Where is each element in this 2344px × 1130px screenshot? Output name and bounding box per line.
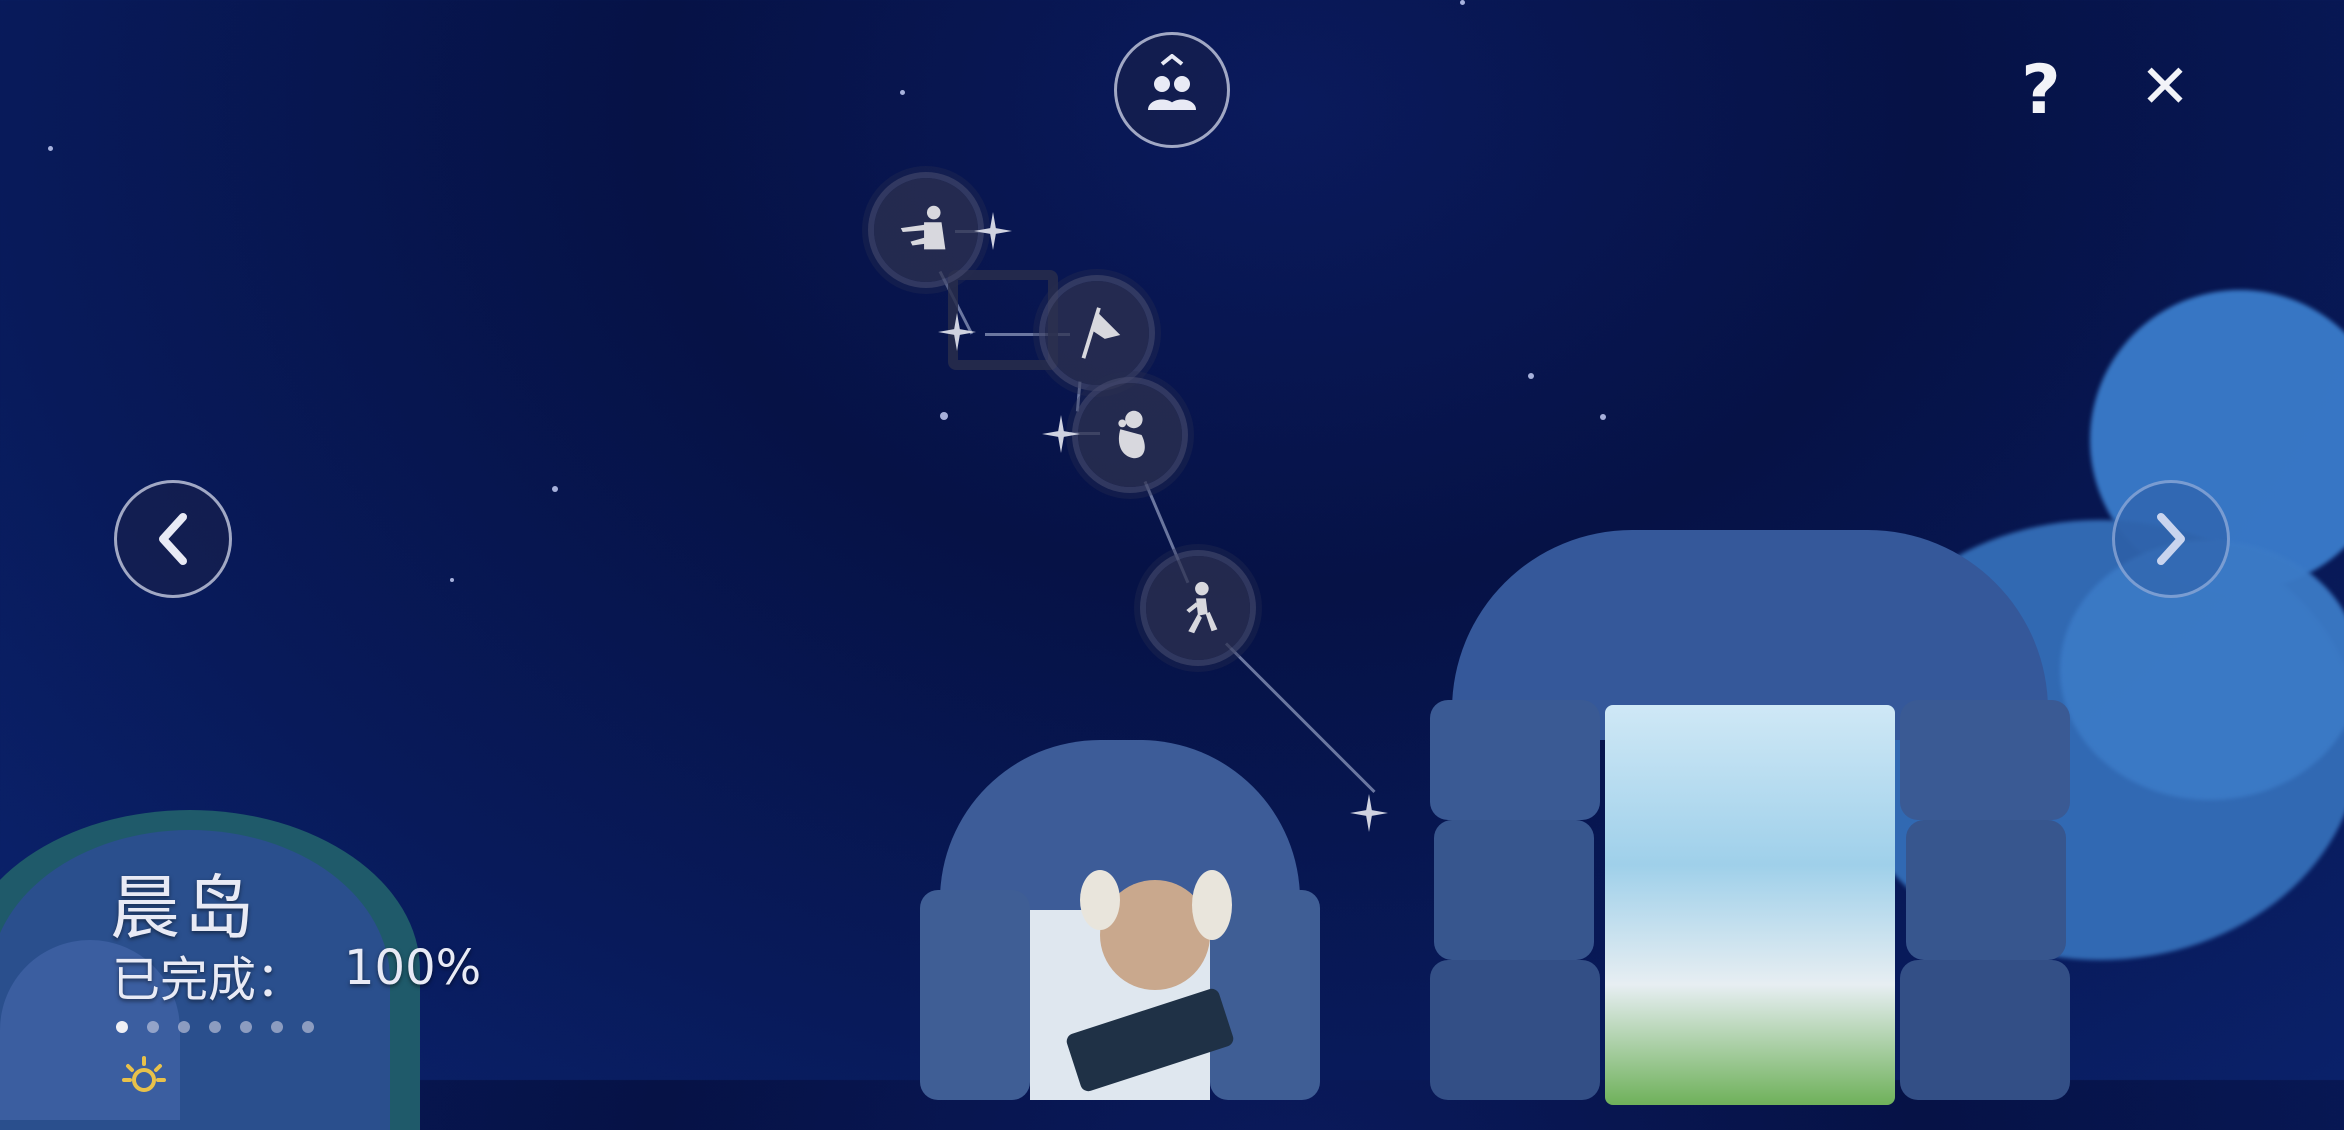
star bbox=[1460, 0, 1465, 5]
page-dot bbox=[271, 1021, 283, 1033]
chevron-left-icon bbox=[159, 513, 187, 565]
realm-name: 晨岛 bbox=[110, 867, 258, 949]
player-character bbox=[1064, 870, 1236, 1094]
stone-gate bbox=[1430, 530, 2070, 1105]
star bbox=[48, 146, 53, 151]
portal-light bbox=[1605, 705, 1895, 1105]
page-dot bbox=[178, 1021, 190, 1033]
crouching-spirit-icon bbox=[1118, 410, 1145, 459]
page-indicator bbox=[116, 1021, 314, 1033]
sun-icon bbox=[122, 1056, 166, 1092]
close-icon: ✕ bbox=[2139, 52, 2191, 122]
realm-progress: 已完成： 100% bbox=[112, 940, 481, 1010]
close-button[interactable]: ✕ bbox=[2134, 52, 2196, 122]
progress-label: 已完成： bbox=[112, 952, 305, 1008]
spirit-node-pointing[interactable] bbox=[874, 178, 978, 282]
page-dot bbox=[302, 1021, 314, 1033]
page-dot bbox=[147, 1021, 159, 1033]
sparkle-icon bbox=[938, 313, 976, 351]
walking-spirit-icon bbox=[1186, 581, 1218, 634]
page-dot bbox=[209, 1021, 221, 1033]
pointing-spirit-icon bbox=[900, 205, 946, 250]
help-button[interactable]: ? bbox=[2010, 50, 2072, 130]
next-realm-button[interactable] bbox=[2112, 480, 2230, 598]
star bbox=[1528, 373, 1534, 379]
sparkle-icon bbox=[1350, 794, 1388, 832]
sparkle-icon bbox=[974, 212, 1012, 250]
spirit-node-flag[interactable] bbox=[1045, 281, 1149, 385]
help-icon: ? bbox=[2021, 50, 2061, 130]
friends-button[interactable] bbox=[1114, 32, 1230, 148]
chevron-right-icon bbox=[2157, 513, 2185, 565]
progress-value: 100% bbox=[344, 940, 482, 996]
star bbox=[1600, 414, 1606, 420]
spirit-node-crouching[interactable] bbox=[1078, 383, 1182, 487]
spirit-node-walking[interactable] bbox=[1146, 556, 1250, 660]
page-dot bbox=[240, 1021, 252, 1033]
flag-spirit-icon bbox=[1081, 307, 1121, 359]
friends-icon bbox=[1148, 54, 1196, 110]
star bbox=[940, 412, 948, 420]
sparkle-icon bbox=[1042, 415, 1080, 453]
page-dot bbox=[116, 1021, 128, 1033]
star bbox=[900, 90, 905, 95]
star bbox=[552, 486, 558, 492]
star bbox=[450, 578, 454, 582]
night-sky-scene bbox=[0, 0, 2344, 1130]
previous-realm-button[interactable] bbox=[114, 480, 232, 598]
